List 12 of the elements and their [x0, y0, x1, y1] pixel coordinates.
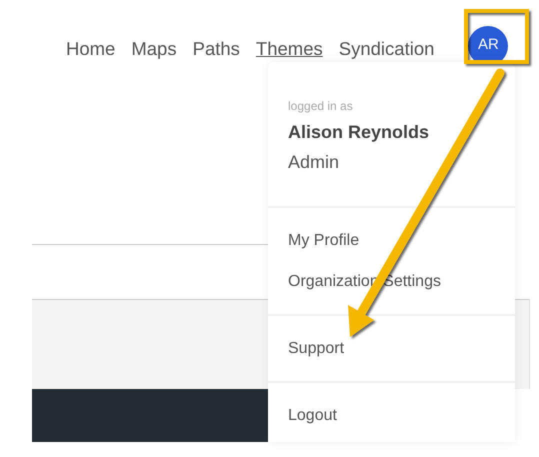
nav-link[interactable]: Syndication	[338, 36, 434, 62]
menu-item[interactable]: Support	[268, 328, 515, 369]
nav-link[interactable]: Paths	[192, 36, 240, 62]
menu-item[interactable]: My Profile	[268, 220, 515, 261]
nav-link[interactable]: Home	[66, 36, 116, 62]
caption-text: logged in as	[288, 98, 354, 114]
nav-link[interactable]: Themes	[256, 36, 323, 62]
user-role: Admin	[288, 151, 340, 174]
menu-item[interactable]: Logout	[268, 395, 515, 436]
nav-link[interactable]: Maps	[131, 36, 177, 62]
highlight-frame	[464, 9, 529, 64]
user-name: Alison Reynolds	[288, 121, 430, 144]
